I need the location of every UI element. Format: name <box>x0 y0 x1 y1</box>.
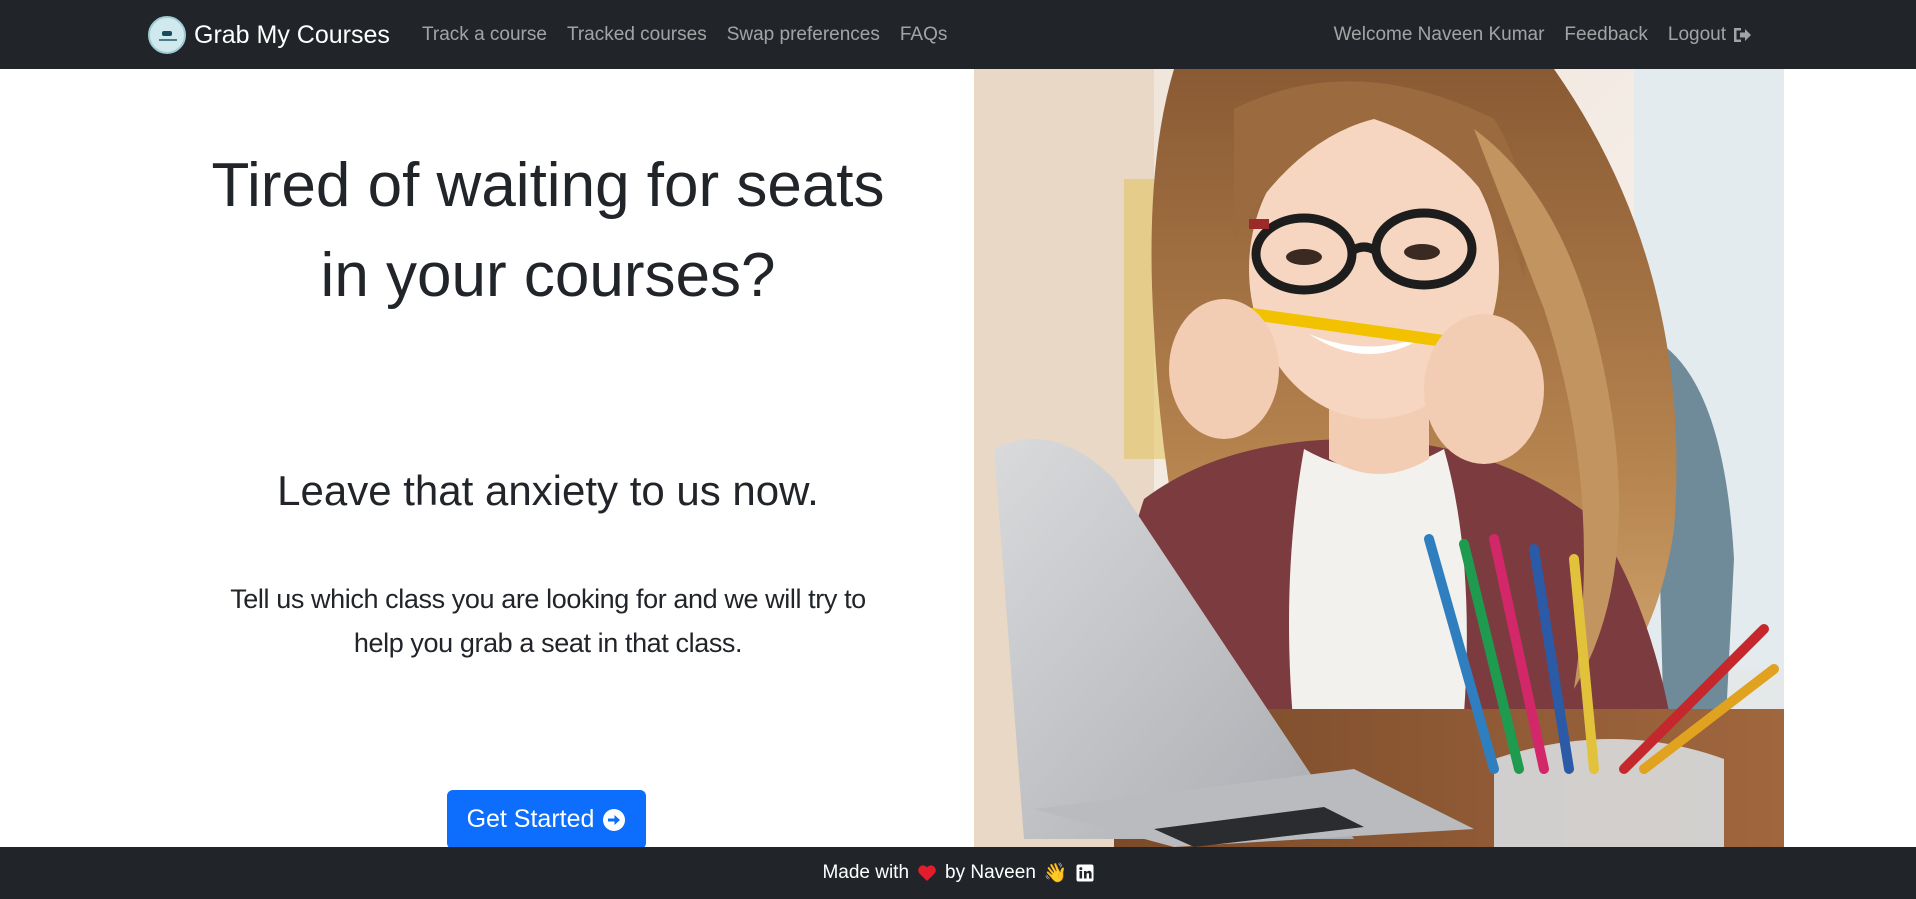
nav-links: Track a course Tracked courses Swap pref… <box>412 0 957 69</box>
nav-faqs[interactable]: FAQs <box>890 24 958 46</box>
footer-made-with: Made with <box>822 862 910 883</box>
graduation-cap-logo <box>148 16 186 54</box>
nav-user-links: Welcome Naveen Kumar Feedback Logout <box>1324 0 1762 69</box>
logout-icon <box>1734 27 1751 42</box>
hero-headline: Tired of waiting for seats in your cours… <box>211 151 885 310</box>
hero-subheadline: Leave that anxiety to us now. <box>277 467 819 514</box>
footer: Made with by Naveen 👋 <box>0 847 1916 899</box>
footer-author: by Naveen <box>945 862 1036 883</box>
welcome-user[interactable]: Welcome Naveen Kumar <box>1324 24 1555 46</box>
logout-link[interactable]: Logout <box>1658 24 1762 46</box>
hero-lead-text: Tell us which class you are looking for … <box>230 584 866 658</box>
brand-link[interactable]: Grab My Courses <box>148 15 390 55</box>
top-navbar: Grab My Courses Track a course Tracked c… <box>0 0 1916 69</box>
hero-photo <box>974 69 1784 847</box>
arrow-circle-right-icon <box>603 808 626 831</box>
nav-swap-preferences[interactable]: Swap preferences <box>717 24 890 46</box>
nav-feedback[interactable]: Feedback <box>1554 24 1657 46</box>
nav-track-course[interactable]: Track a course <box>412 24 557 46</box>
nav-tracked-courses[interactable]: Tracked courses <box>557 24 717 46</box>
hero-section: Tired of waiting for seats in your cours… <box>0 69 974 849</box>
get-started-button[interactable]: Get Started <box>447 790 646 849</box>
get-started-label: Get Started <box>466 805 595 833</box>
brand-name: Grab My Courses <box>194 20 390 49</box>
heart-icon <box>918 865 936 881</box>
student-with-pencil-image <box>974 69 1784 847</box>
linkedin-icon[interactable] <box>1076 864 1094 882</box>
logout-label: Logout <box>1667 23 1726 45</box>
waving-hand-icon: 👋 <box>1043 863 1068 884</box>
